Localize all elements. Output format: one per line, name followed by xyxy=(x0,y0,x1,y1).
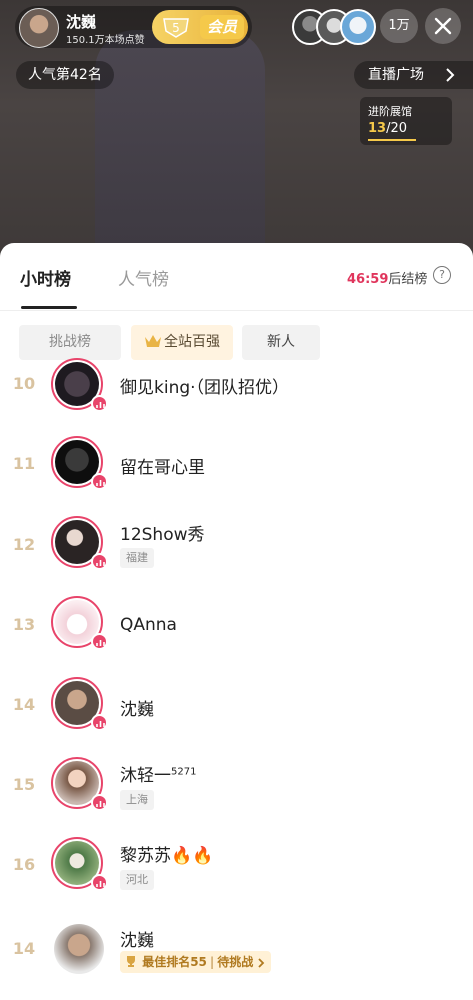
plaza-label: 直播广场 xyxy=(368,67,424,83)
chevron-right-icon xyxy=(446,68,455,82)
user-name: 黎苏苏🔥🔥 xyxy=(120,846,214,866)
location-tag: 福建 xyxy=(120,548,154,568)
advance-title: 进阶展馆 xyxy=(368,105,412,118)
rank-number: 13 xyxy=(12,615,36,634)
user-name: 12Show秀 xyxy=(120,525,205,545)
rank-number: 10 xyxy=(12,374,36,393)
rank-number: 14 xyxy=(12,695,36,714)
user-name: 留在哥心里 xyxy=(120,458,205,478)
user-name: 御见king·（团队招优） xyxy=(120,378,290,398)
user-name: 沐轻一5271 xyxy=(120,766,197,786)
list-item[interactable]: 14 沈巍 xyxy=(0,677,473,739)
rank-number: 16 xyxy=(12,855,36,874)
tab-popular[interactable]: 人气榜 xyxy=(118,265,169,290)
divider xyxy=(0,310,473,311)
live-indicator-icon xyxy=(91,874,108,891)
live-indicator-icon xyxy=(91,633,108,650)
location-tag: 河北 xyxy=(120,870,154,890)
vip-label: 会员 xyxy=(200,15,244,39)
best-rank-badge[interactable]: 最佳排名55 | 待挑战 xyxy=(120,951,272,973)
countdown: 46:59后结榜 xyxy=(347,272,428,287)
live-indicator-icon xyxy=(91,395,108,412)
my-name: 沈巍 xyxy=(120,931,154,951)
list-item[interactable]: 10 御见king·（团队招优） xyxy=(0,358,473,420)
list-item[interactable]: 15 沐轻一5271 上海 xyxy=(0,757,473,819)
rank-number: 11 xyxy=(12,454,36,473)
advance-hall-card[interactable]: 进阶展馆 13/20 xyxy=(360,97,452,145)
chevron-right-icon xyxy=(258,958,265,968)
location-tag: 上海 xyxy=(120,790,154,810)
close-button[interactable] xyxy=(425,8,461,44)
host-name: 沈巍 xyxy=(66,13,97,31)
help-icon[interactable]: ? xyxy=(433,266,451,284)
ranking-sheet: 小时榜 人气榜 46:59后结榜 ? 挑战榜 全站百强 新人 10 御见king… xyxy=(0,243,473,1000)
my-rank-bar[interactable]: 14 沈巍 最佳排名55 | 待挑战 xyxy=(0,914,473,1000)
list-item[interactable]: 13 QAnna xyxy=(0,596,473,658)
crown-icon xyxy=(145,335,161,347)
host-avatar[interactable] xyxy=(19,8,59,48)
list-item[interactable]: 16 黎苏苏🔥🔥 河北 xyxy=(0,837,473,899)
list-item[interactable]: 11 留在哥心里 xyxy=(0,436,473,498)
svg-text:5: 5 xyxy=(172,21,180,35)
tab-hourly[interactable]: 小时榜 xyxy=(20,265,71,290)
my-avatar xyxy=(54,924,104,974)
my-rank-number: 14 xyxy=(12,939,36,958)
advance-progress-bar xyxy=(368,139,416,141)
viewer-avatar[interactable] xyxy=(340,9,376,45)
live-indicator-icon xyxy=(91,553,108,570)
rank-number: 15 xyxy=(12,775,36,794)
close-icon xyxy=(434,17,452,35)
tab-underline xyxy=(21,306,77,309)
popularity-rank-pill[interactable]: 人气第42名 xyxy=(16,61,114,89)
live-indicator-icon xyxy=(91,714,108,731)
live-plaza-button[interactable]: 直播广场 xyxy=(354,61,473,89)
list-item[interactable]: 12 12Show秀 福建 xyxy=(0,516,473,578)
live-indicator-icon xyxy=(91,473,108,490)
advance-progress: 13/20 xyxy=(368,121,408,136)
host-likes: 150.1万本场点赞 xyxy=(66,35,145,46)
shield-badge-icon: 5 xyxy=(163,18,189,38)
rank-number: 12 xyxy=(12,535,36,554)
user-name: 沈巍 xyxy=(120,700,154,720)
chip-new[interactable]: 新人 xyxy=(242,325,320,360)
viewer-count[interactable]: 1万 xyxy=(380,9,418,43)
live-indicator-icon xyxy=(91,794,108,811)
chip-challenge[interactable]: 挑战榜 xyxy=(19,325,121,360)
user-name: QAnna xyxy=(120,615,177,635)
trophy-icon xyxy=(127,956,135,967)
video-figure xyxy=(95,30,265,260)
chip-top100[interactable]: 全站百强 xyxy=(131,325,233,360)
